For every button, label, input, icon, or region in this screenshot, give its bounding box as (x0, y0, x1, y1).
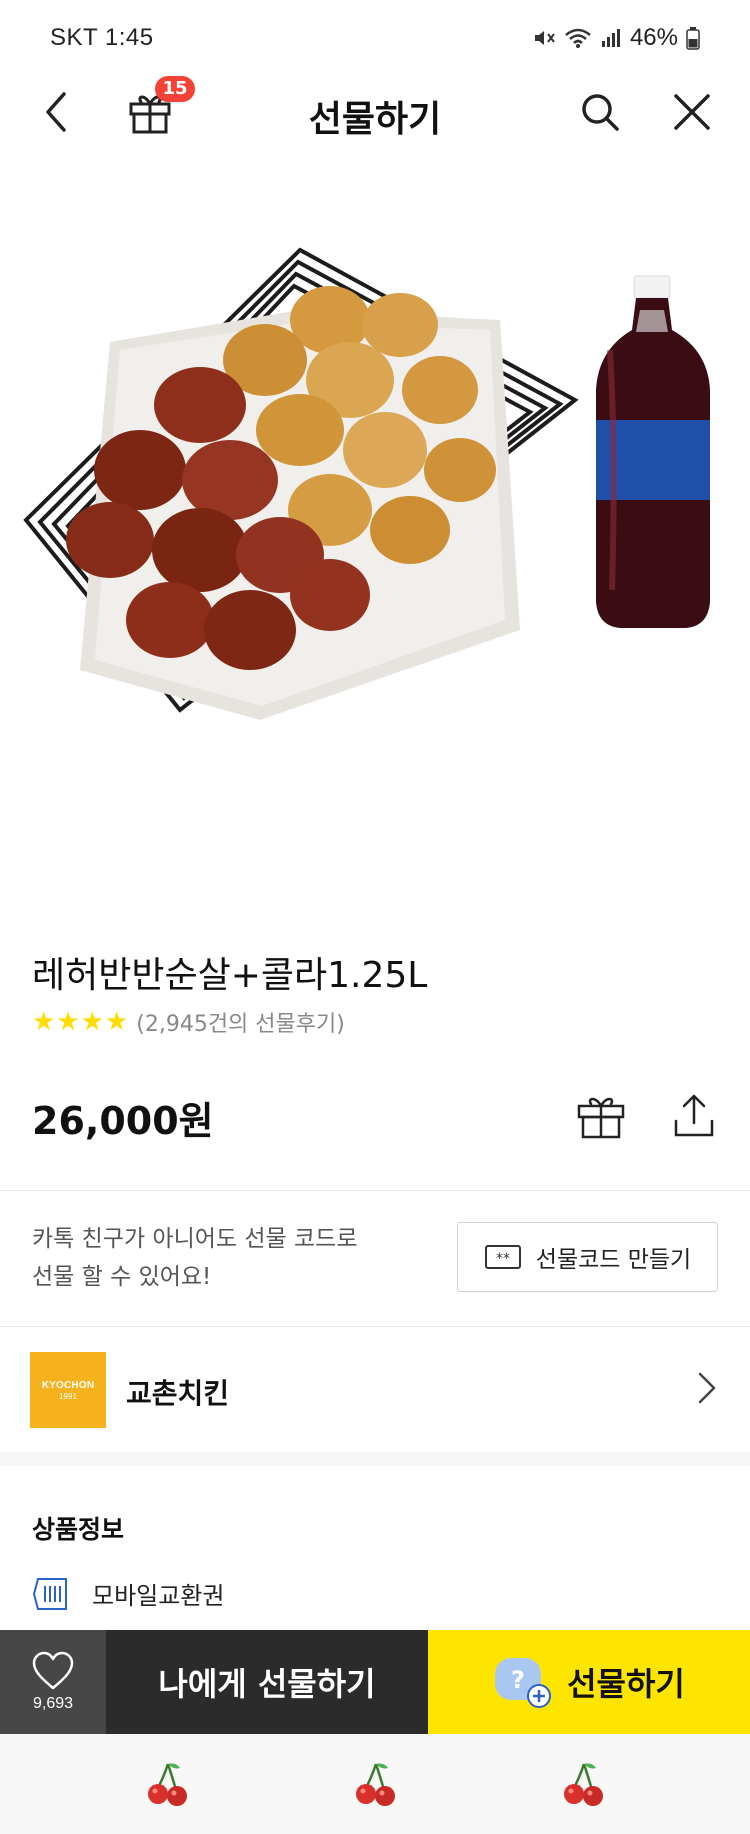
mute-icon (532, 27, 556, 49)
gift-code-text-line1: 카톡 친구가 아니어도 선물 코드로 (32, 1226, 358, 1252)
share-button[interactable] (664, 1088, 724, 1144)
page-title: 선물하기 (308, 99, 442, 140)
product-info-label: 모바일교환권 (92, 1582, 225, 1610)
system-nav-bar (0, 1734, 750, 1834)
gift-badge: 15 (155, 76, 195, 102)
product-info-title: 상품정보 (32, 1515, 125, 1544)
close-icon (674, 94, 710, 130)
wifi-icon (564, 27, 592, 49)
chevron-right-icon (692, 1366, 722, 1410)
search-button[interactable] (568, 80, 632, 144)
app-header: 선물하기 (0, 80, 750, 144)
gift-to-self-button[interactable]: 나에게 선물하기 (106, 1630, 428, 1734)
brand-name: 교촌치킨 (126, 1377, 230, 1410)
product-name: 레허반반순살+콜라1.25L (32, 955, 428, 996)
status-icons: 46% (532, 24, 700, 52)
send-gift-button[interactable]: ? 선물하기 (428, 1630, 750, 1734)
brand-row[interactable]: KYOCHON 1991 교촌치킨 (0, 1328, 750, 1448)
divider (0, 1326, 750, 1327)
signal-icon (600, 27, 622, 49)
page-title-wrap: 선물하기 (0, 90, 750, 142)
status-bar: SKT 1:45 46% (0, 0, 750, 80)
review-count: (2,945건의 선물후기) (136, 1012, 345, 1037)
nav-button-recents[interactable] (140, 1756, 196, 1812)
star-icon: ★ (104, 1007, 129, 1037)
search-icon (582, 94, 619, 131)
friend-select-icon: ? (495, 1658, 552, 1708)
product-price: 26,000원 (32, 1099, 214, 1143)
star-icon: ★ (80, 1007, 104, 1037)
battery-percent: 46% (629, 24, 678, 51)
star-icon: ★ (56, 1007, 80, 1037)
close-button[interactable] (660, 80, 724, 144)
back-button[interactable] (26, 80, 90, 144)
product-image (0, 150, 750, 910)
cherry-icon (564, 1763, 603, 1806)
product-info-item: 모바일교환권 (32, 1576, 224, 1611)
create-gift-code-button[interactable]: ** 선물코드 만들기 (457, 1222, 718, 1292)
gift-code-text-line2: 선물 할 수 있어요! (32, 1264, 212, 1290)
gift-code-description: 카톡 친구가 아니어도 선물 코드로 선물 할 수 있어요! (32, 1220, 392, 1296)
nav-button-back[interactable] (556, 1756, 612, 1812)
cola-bottle-illustration (596, 275, 710, 628)
ticket-code-icon: ** (484, 1245, 521, 1269)
nav-button-home[interactable] (348, 1756, 404, 1812)
barcode-voucher-icon (32, 1577, 67, 1610)
svg-text:?: ? (511, 1666, 525, 1694)
battery-icon (686, 26, 700, 50)
gift-outline-icon (577, 1097, 625, 1139)
rating-stars: ★ ★ ★ ★ (32, 1009, 128, 1035)
create-gift-code-label: 선물코드 만들기 (535, 1247, 692, 1273)
status-time: SKT 1:45 (50, 24, 154, 51)
send-gift-label: 선물하기 (567, 1665, 685, 1703)
heart-icon (32, 1651, 74, 1690)
svg-text:**: ** (496, 1251, 510, 1267)
share-icon (674, 1094, 714, 1137)
divider (0, 1190, 750, 1191)
bottom-action-bar: 9,693 나에게 선물하기 ? 선물하기 (0, 1630, 750, 1734)
star-icon: ★ (32, 1007, 56, 1037)
brand-logo: KYOCHON 1991 (30, 1352, 106, 1428)
brand-logo-year: 1991 (59, 1391, 77, 1401)
like-button[interactable]: 9,693 (0, 1630, 106, 1734)
gift-wishlist-button[interactable] (571, 1088, 631, 1144)
cherry-icon (356, 1763, 395, 1806)
section-divider (0, 1452, 750, 1466)
gift-to-self-label: 나에게 선물하기 (158, 1665, 376, 1703)
like-count: 9,693 (32, 1695, 74, 1712)
brand-logo-text: KYOCHON (41, 1379, 95, 1391)
rating-row[interactable]: ★ ★ ★ ★ (2,945건의 선물후기) (32, 1006, 345, 1038)
cherry-icon (148, 1763, 187, 1806)
back-arrow-icon (46, 92, 66, 132)
